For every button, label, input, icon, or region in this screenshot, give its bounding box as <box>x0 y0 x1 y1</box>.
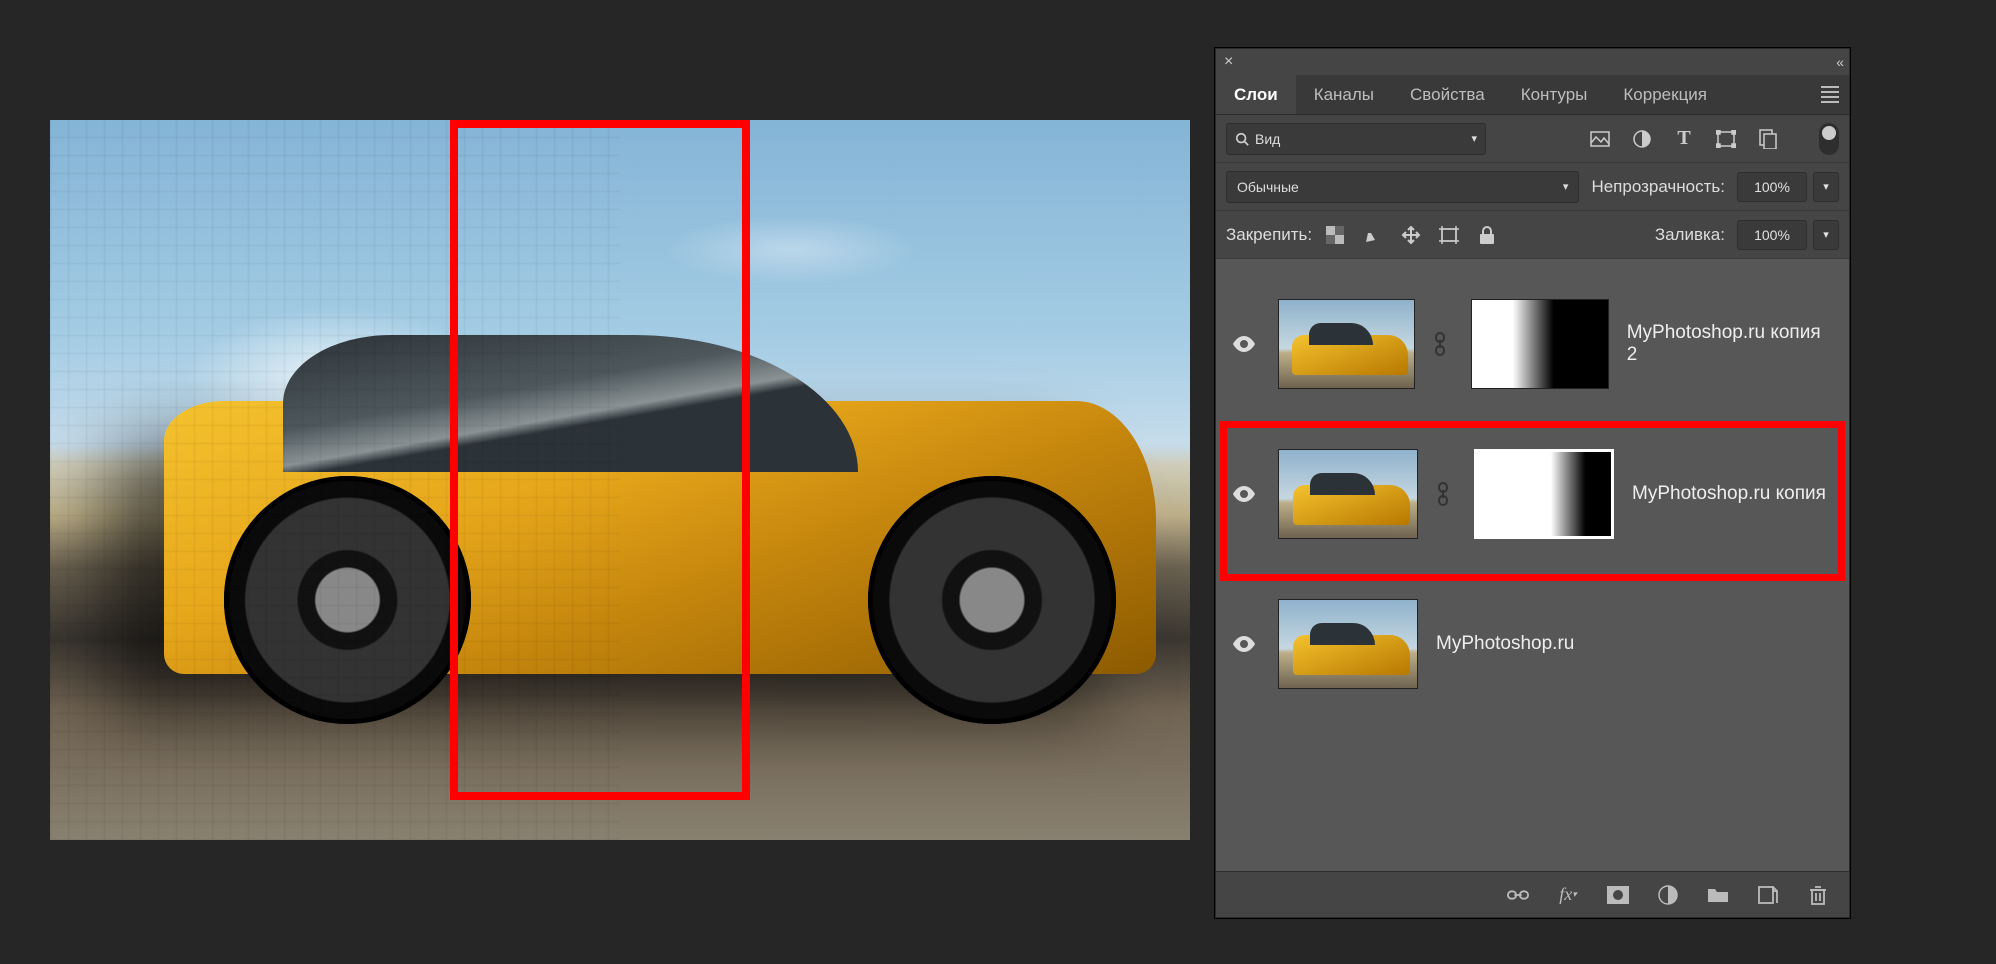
lock-all-icon[interactable] <box>1476 224 1498 246</box>
tab-properties[interactable]: Свойства <box>1392 75 1503 114</box>
lock-position-icon[interactable] <box>1400 224 1422 246</box>
lock-artboard-icon[interactable] <box>1438 224 1460 246</box>
tab-paths[interactable]: Контуры <box>1503 75 1606 114</box>
layer-filter-row: Вид ▾ T <box>1216 115 1849 163</box>
chevron-down-icon: ▾ <box>1471 132 1477 145</box>
panel-titlebar: × « <box>1216 49 1849 75</box>
adjustment-layer-icon[interactable] <box>1657 884 1679 906</box>
layer-row[interactable]: MyPhotoshop.ru копия <box>1216 429 1849 559</box>
fill-chevron[interactable]: ▾ <box>1813 220 1839 250</box>
visibility-icon[interactable] <box>1232 636 1260 652</box>
layer-row[interactable]: MyPhotoshop.ru копия 2 <box>1216 279 1849 409</box>
add-mask-icon[interactable] <box>1607 884 1629 906</box>
collapse-icon[interactable]: « <box>1836 54 1841 70</box>
panel-menu-icon[interactable] <box>1821 86 1839 103</box>
layer-thumb[interactable] <box>1278 599 1418 689</box>
layers-footer: fx▾ <box>1216 871 1849 917</box>
layer-thumb[interactable] <box>1278 299 1416 389</box>
filter-shape-icon[interactable] <box>1715 128 1737 150</box>
filter-toggle[interactable] <box>1819 123 1839 155</box>
close-icon[interactable]: × <box>1224 53 1233 71</box>
blend-mode-value: Обычные <box>1237 179 1299 195</box>
blend-mode-dropdown[interactable]: Обычные ▾ <box>1226 171 1579 203</box>
fill-label: Заливка: <box>1655 225 1725 245</box>
panel-tabs: Слои Каналы Свойства Контуры Коррекция <box>1216 75 1849 115</box>
layer-row[interactable]: MyPhotoshop.ru <box>1216 579 1849 709</box>
opacity-label: Непрозрачность: <box>1591 177 1725 197</box>
wheel-front <box>868 476 1116 724</box>
filter-smart-icon[interactable] <box>1757 128 1779 150</box>
layer-name[interactable]: MyPhotoshop.ru <box>1436 633 1574 655</box>
search-icon <box>1235 132 1249 146</box>
fx-icon[interactable]: fx▾ <box>1557 884 1579 906</box>
lock-transparent-icon[interactable] <box>1324 224 1346 246</box>
filter-adjust-icon[interactable] <box>1631 128 1653 150</box>
filter-pixel-icon[interactable] <box>1589 128 1611 150</box>
chevron-down-icon: ▾ <box>1563 180 1569 193</box>
pixelated-overlay <box>50 120 620 840</box>
group-icon[interactable] <box>1707 884 1729 906</box>
layer-mask-thumb[interactable] <box>1474 449 1614 539</box>
tab-adjustments[interactable]: Коррекция <box>1605 75 1725 114</box>
layers-panel: × « Слои Каналы Свойства Контуры Коррекц… <box>1215 48 1850 918</box>
layer-name[interactable]: MyPhotoshop.ru копия 2 <box>1627 322 1833 366</box>
link-layers-icon[interactable] <box>1507 884 1529 906</box>
visibility-icon[interactable] <box>1232 336 1260 352</box>
lock-label: Закрепить: <box>1226 225 1312 245</box>
blend-row: Обычные ▾ Непрозрачность: 100% ▾ <box>1216 163 1849 211</box>
link-icon[interactable] <box>1433 332 1453 356</box>
layer-mask-thumb[interactable] <box>1471 299 1609 389</box>
delete-icon[interactable] <box>1807 884 1829 906</box>
layer-name[interactable]: MyPhotoshop.ru копия <box>1632 483 1826 505</box>
link-icon[interactable] <box>1436 482 1456 506</box>
opacity-chevron[interactable]: ▾ <box>1813 172 1839 202</box>
filter-label: Вид <box>1255 131 1280 147</box>
new-layer-icon[interactable] <box>1757 884 1779 906</box>
layer-list: MyPhotoshop.ru копия 2 MyPhotoshop.ru ко… <box>1216 259 1849 871</box>
fill-value[interactable]: 100% <box>1737 220 1807 250</box>
layer-thumb[interactable] <box>1278 449 1418 539</box>
document-canvas[interactable] <box>50 120 1190 840</box>
opacity-value[interactable]: 100% <box>1737 172 1807 202</box>
layer-filter-dropdown[interactable]: Вид ▾ <box>1226 123 1486 155</box>
lock-pixels-icon[interactable] <box>1362 224 1384 246</box>
tab-layers[interactable]: Слои <box>1216 75 1296 114</box>
canvas-image <box>50 120 1190 840</box>
tab-channels[interactable]: Каналы <box>1296 75 1392 114</box>
filter-type-icon[interactable]: T <box>1673 128 1695 150</box>
visibility-icon[interactable] <box>1232 486 1260 502</box>
lock-row: Закрепить: Заливка: 100% ▾ <box>1216 211 1849 259</box>
